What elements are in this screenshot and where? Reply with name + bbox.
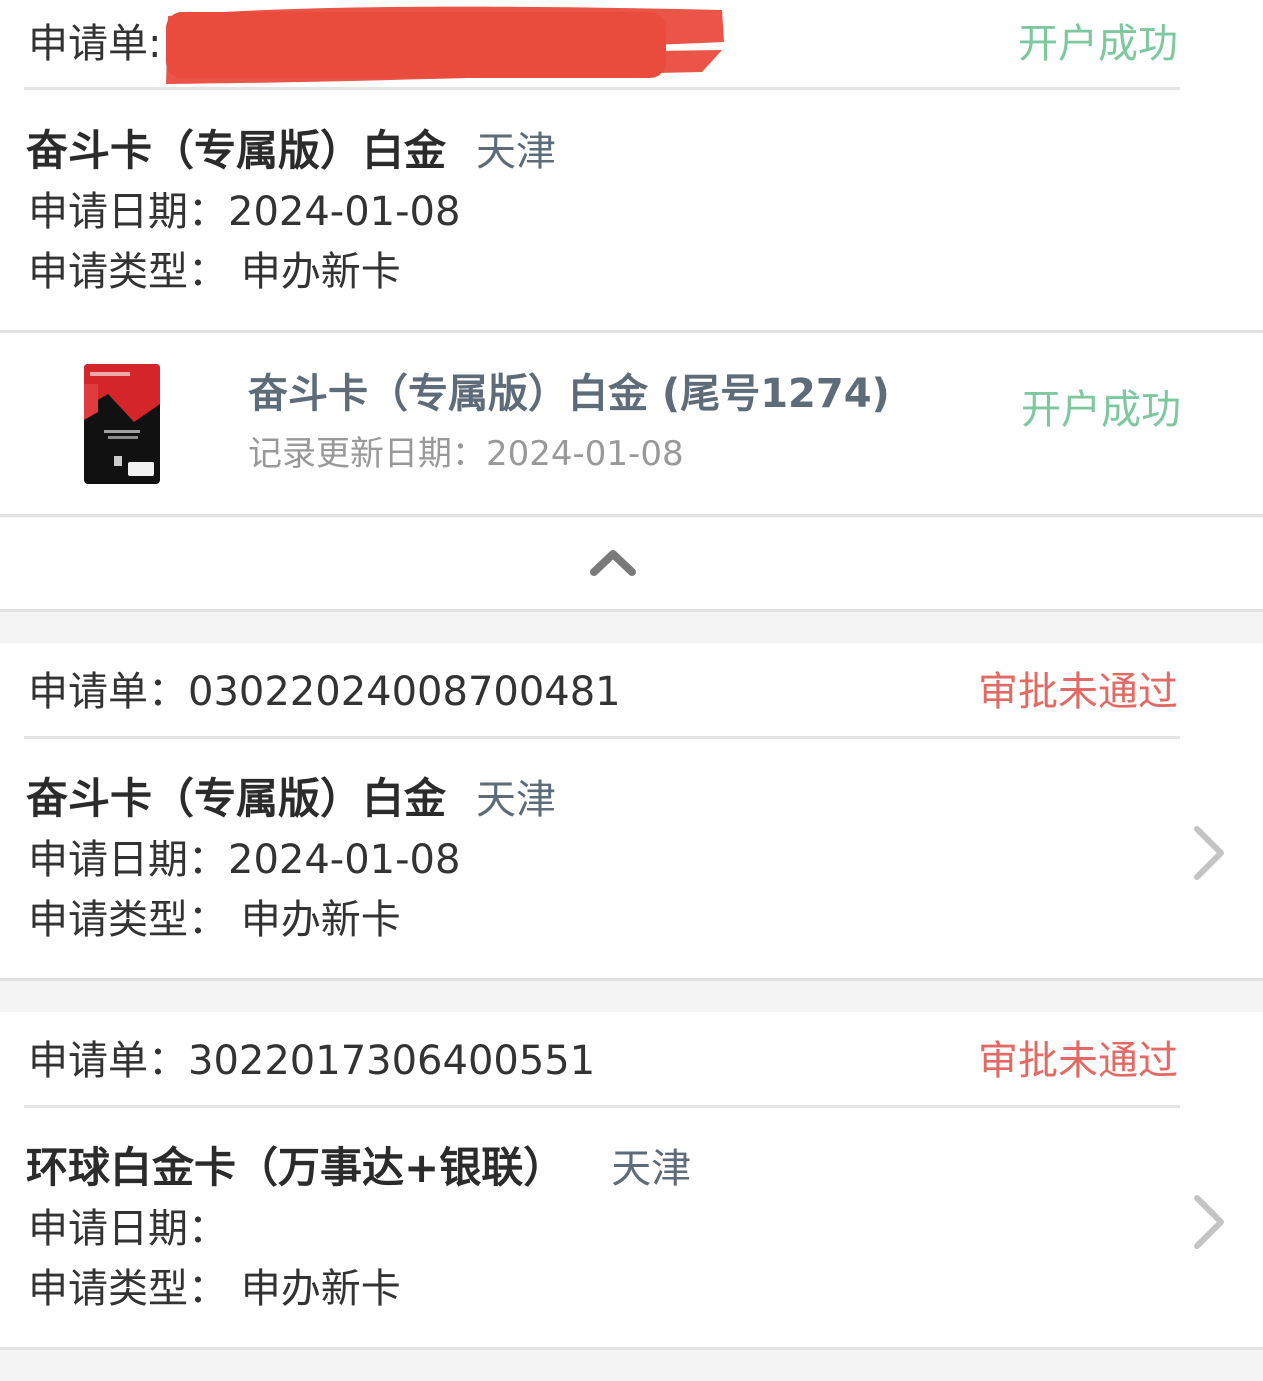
- chevron-right-icon[interactable]: [1189, 823, 1229, 883]
- city-label: 天津: [476, 129, 557, 175]
- status-text: 审批未通过: [978, 669, 1178, 715]
- card-detail-row[interactable]: 奋斗卡（专属版）白金 (尾号1274) 记录更新日期：2024-01-08 开户…: [0, 333, 1263, 515]
- application-card-2[interactable]: 申请单：03022024008700481 审批未通过 奋斗卡（专属版）白金 天津…: [0, 643, 1263, 979]
- city-label: 天津: [476, 777, 557, 823]
- apply-type: 申请类型： 申办新卡: [28, 897, 401, 943]
- application-list: 申请单: 开户成功 奋斗卡（专属版）白金 天津 申请日期：2024-01-08 申…: [0, 0, 1263, 1381]
- divider: [24, 1105, 1180, 1108]
- divider: [0, 514, 1263, 517]
- divider: [0, 1347, 1263, 1350]
- apply-date: 申请日期：2024-01-08: [28, 189, 461, 235]
- order-number-label: 申请单：3022017306400551: [28, 1038, 596, 1084]
- status-text: 审批未通过: [978, 1038, 1178, 1084]
- divider: [24, 87, 1180, 90]
- credit-card-thumbnail: [84, 364, 160, 484]
- divider: [0, 978, 1263, 981]
- product-name: 奋斗卡（专属版）白金: [26, 126, 447, 175]
- product-title-row: 奋斗卡（专属版）白金 天津: [26, 129, 557, 175]
- apply-type: 申请类型： 申办新卡: [28, 1266, 401, 1312]
- product-name: 环球白金卡（万事达+银联）: [26, 1143, 566, 1192]
- record-update-date: 记录更新日期：2024-01-08: [248, 434, 684, 474]
- application-card-3[interactable]: 申请单：3022017306400551 审批未通过 环球白金卡（万事达+银联）…: [0, 1012, 1263, 1348]
- divider: [0, 609, 1263, 612]
- card-detail-title: 奋斗卡（专属版）白金 (尾号1274): [248, 371, 890, 417]
- order-number-label: 申请单：03022024008700481: [28, 669, 621, 715]
- order-number-label: 申请单:: [28, 21, 162, 67]
- product-title-row: 环球白金卡（万事达+银联） 天津: [26, 1146, 692, 1192]
- apply-date: 申请日期：2024-01-08: [28, 837, 461, 883]
- collapse-button[interactable]: [0, 518, 1263, 610]
- divider: [24, 736, 1180, 739]
- product-title-row: 奋斗卡（专属版）白金 天津: [26, 777, 557, 823]
- status-text: 开户成功: [1018, 21, 1178, 67]
- chevron-up-icon: [590, 550, 636, 576]
- apply-type: 申请类型： 申办新卡: [28, 249, 401, 295]
- card-status-text: 开户成功: [1021, 387, 1181, 433]
- chevron-right-icon[interactable]: [1189, 1192, 1229, 1252]
- application-card-1[interactable]: 申请单: 开户成功 奋斗卡（专属版）白金 天津 申请日期：2024-01-08 申…: [0, 0, 1263, 330]
- redaction-mark: [166, 6, 724, 84]
- product-name: 奋斗卡（专属版）白金: [26, 774, 447, 823]
- apply-date: 申请日期：: [28, 1206, 228, 1252]
- city-label: 天津: [611, 1146, 692, 1192]
